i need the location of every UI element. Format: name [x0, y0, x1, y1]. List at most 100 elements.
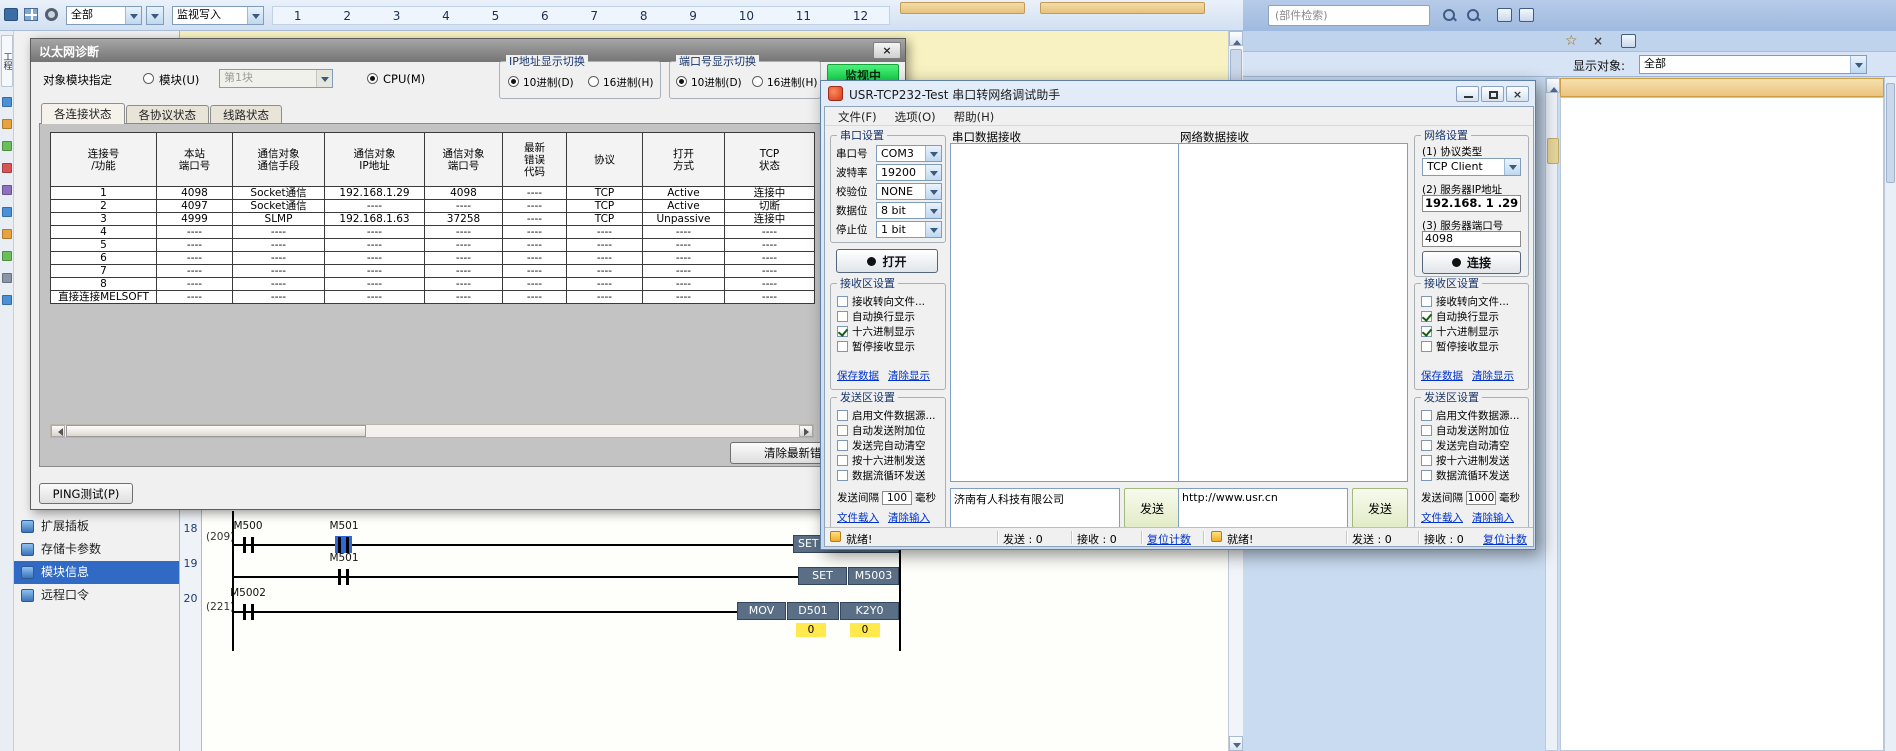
checkbox[interactable]	[1421, 296, 1432, 307]
diag-tab[interactable]: 各协议状态	[126, 105, 210, 124]
serial-send-input[interactable]: 济南有人科技有限公司	[950, 488, 1120, 528]
checkbox-row[interactable]: 启用文件数据源...	[1421, 408, 1520, 423]
connect-button[interactable]: 连接	[1422, 251, 1521, 274]
open-serial-button[interactable]: 打开	[836, 249, 938, 273]
chevron-down-icon[interactable]	[925, 184, 941, 199]
diag-tab[interactable]: 各连接状态	[41, 103, 125, 124]
checkbox[interactable]	[837, 470, 848, 481]
nav-item[interactable]: 模块信息	[14, 561, 179, 584]
interval-input[interactable]: 1000	[1466, 491, 1496, 505]
checkbox-row[interactable]: 十六进制显示	[837, 324, 925, 339]
search-icon[interactable]	[1441, 7, 1457, 23]
grid-icon[interactable]	[24, 8, 39, 23]
instruction-box[interactable]: MOV	[737, 602, 786, 620]
tool-icon[interactable]	[2, 251, 12, 261]
ladder-rung[interactable]	[233, 611, 737, 613]
menu-item[interactable]: 选项(O)	[886, 107, 945, 125]
operand-box[interactable]: M5003	[848, 567, 899, 585]
checkbox-row[interactable]: 按十六进制发送	[1421, 453, 1520, 468]
gear-icon[interactable]	[45, 8, 60, 23]
tool-icon[interactable]	[2, 229, 12, 239]
checkbox-row[interactable]: 接收转向文件...	[1421, 294, 1509, 309]
contact-symbol[interactable]	[243, 604, 254, 620]
network-reset-count-link[interactable]: 复位计数	[1483, 531, 1527, 547]
nav-item[interactable]: 扩展插板	[14, 515, 179, 538]
network-receive-area[interactable]	[1178, 143, 1408, 482]
checkbox-row[interactable]: 自动发送附加位	[837, 423, 936, 438]
link[interactable]: 清除显示	[1472, 368, 1514, 383]
checkbox-row[interactable]: 接收转向文件...	[837, 294, 925, 309]
checkbox[interactable]	[837, 326, 848, 337]
field-dropdown[interactable]: COM3	[876, 145, 942, 162]
tool-icon[interactable]	[2, 163, 12, 173]
checkbox[interactable]	[837, 311, 848, 322]
checkbox[interactable]	[837, 410, 848, 421]
table-row[interactable]: 24097Socket通信------------TCPActive切断	[51, 200, 815, 213]
table-row[interactable]: 6--------------------------------	[51, 252, 815, 265]
ip-decimal-radio[interactable]	[508, 76, 519, 87]
toolbar-icon[interactable]	[1497, 8, 1512, 22]
window-icon[interactable]	[4, 8, 19, 23]
serial-receive-area[interactable]	[950, 143, 1180, 482]
checkbox-row[interactable]: 发送完自动清空	[1421, 438, 1520, 453]
checkbox-row[interactable]: 数据流循环发送	[1421, 468, 1520, 483]
field-dropdown[interactable]: NONE	[876, 183, 942, 200]
minimize-button[interactable]	[1456, 86, 1479, 102]
protocol-dropdown[interactable]: TCP Client	[1422, 158, 1521, 176]
field-dropdown[interactable]: 19200	[876, 164, 942, 181]
scroll-down-arrow[interactable]	[1229, 736, 1243, 751]
chevron-down-icon[interactable]	[316, 70, 332, 87]
serial-reset-count-link[interactable]: 复位计数	[1147, 531, 1191, 547]
star-icon[interactable]: ☆	[1565, 32, 1578, 50]
project-tab[interactable]: 工程	[1, 35, 13, 87]
link[interactable]: 文件载入	[837, 510, 879, 525]
checkbox-row[interactable]: 自动换行显示	[1421, 309, 1509, 324]
interval-input[interactable]: 100	[882, 491, 912, 505]
link[interactable]: 文件载入	[1421, 510, 1463, 525]
chevron-down-icon[interactable]	[247, 7, 263, 24]
checkbox-row[interactable]: 启用文件数据源...	[837, 408, 936, 423]
scrollbar-thumb[interactable]	[1547, 138, 1559, 164]
port-hex-radio[interactable]	[752, 76, 763, 87]
search-input[interactable]: (部件检索)	[1268, 5, 1430, 26]
chevron-down-icon[interactable]	[925, 203, 941, 218]
server-ip-input[interactable]: 192.168. 1 .29	[1422, 195, 1521, 212]
scroll-left-arrow[interactable]	[51, 425, 65, 437]
operand-box[interactable]: D501	[787, 602, 839, 620]
checkbox[interactable]	[837, 425, 848, 436]
table-row[interactable]: 8--------------------------------	[51, 278, 815, 291]
filter-dropdown[interactable]: 全部	[66, 6, 142, 25]
checkbox-row[interactable]: 发送完自动清空	[837, 438, 936, 453]
module-radio[interactable]	[143, 73, 154, 84]
diag-tab[interactable]: 线路状态	[210, 105, 282, 124]
tool-icon[interactable]	[2, 141, 12, 151]
serial-send-button[interactable]: 发送	[1124, 488, 1180, 528]
instruction-box[interactable]: SET	[798, 567, 847, 585]
dialog-titlebar[interactable]: 以太网诊断 ×	[31, 39, 905, 62]
field-dropdown[interactable]: 8 bit	[876, 202, 942, 219]
table-row[interactable]: 14098Socket通信192.168.1.294098----TCPActi…	[51, 187, 815, 200]
port-decimal-radio[interactable]	[676, 76, 687, 87]
module-number-dropdown[interactable]: 第1块	[219, 69, 333, 88]
contact-symbol[interactable]	[338, 537, 349, 553]
scrollbar-thumb[interactable]	[1886, 83, 1895, 183]
vertical-scrollbar[interactable]	[1545, 77, 1558, 751]
chevron-down-icon[interactable]	[925, 146, 941, 161]
tool-icon[interactable]	[2, 273, 12, 283]
checkbox-row[interactable]: 自动发送附加位	[1421, 423, 1520, 438]
menu-item[interactable]: 文件(F)	[829, 107, 886, 125]
scroll-right-arrow[interactable]	[799, 425, 813, 437]
network-send-input[interactable]: http://www.usr.cn	[1178, 488, 1348, 528]
checkbox-row[interactable]: 自动换行显示	[837, 309, 925, 324]
checkbox-row[interactable]: 按十六进制发送	[837, 453, 936, 468]
link[interactable]: 清除显示	[888, 368, 930, 383]
checkbox[interactable]	[1421, 311, 1432, 322]
window-tab[interactable]	[900, 2, 1025, 14]
nav-item[interactable]: 存储卡参数	[14, 538, 179, 561]
chevron-down-icon[interactable]	[925, 165, 941, 180]
mini-dropdown[interactable]	[146, 6, 164, 25]
close-button[interactable]: ×	[1506, 86, 1529, 102]
network-send-button[interactable]: 发送	[1352, 488, 1408, 528]
window-titlebar[interactable]: USR-TCP232-Test 串口转网络调试助手 ×	[821, 81, 1535, 106]
table-row[interactable]: 4--------------------------------	[51, 226, 815, 239]
